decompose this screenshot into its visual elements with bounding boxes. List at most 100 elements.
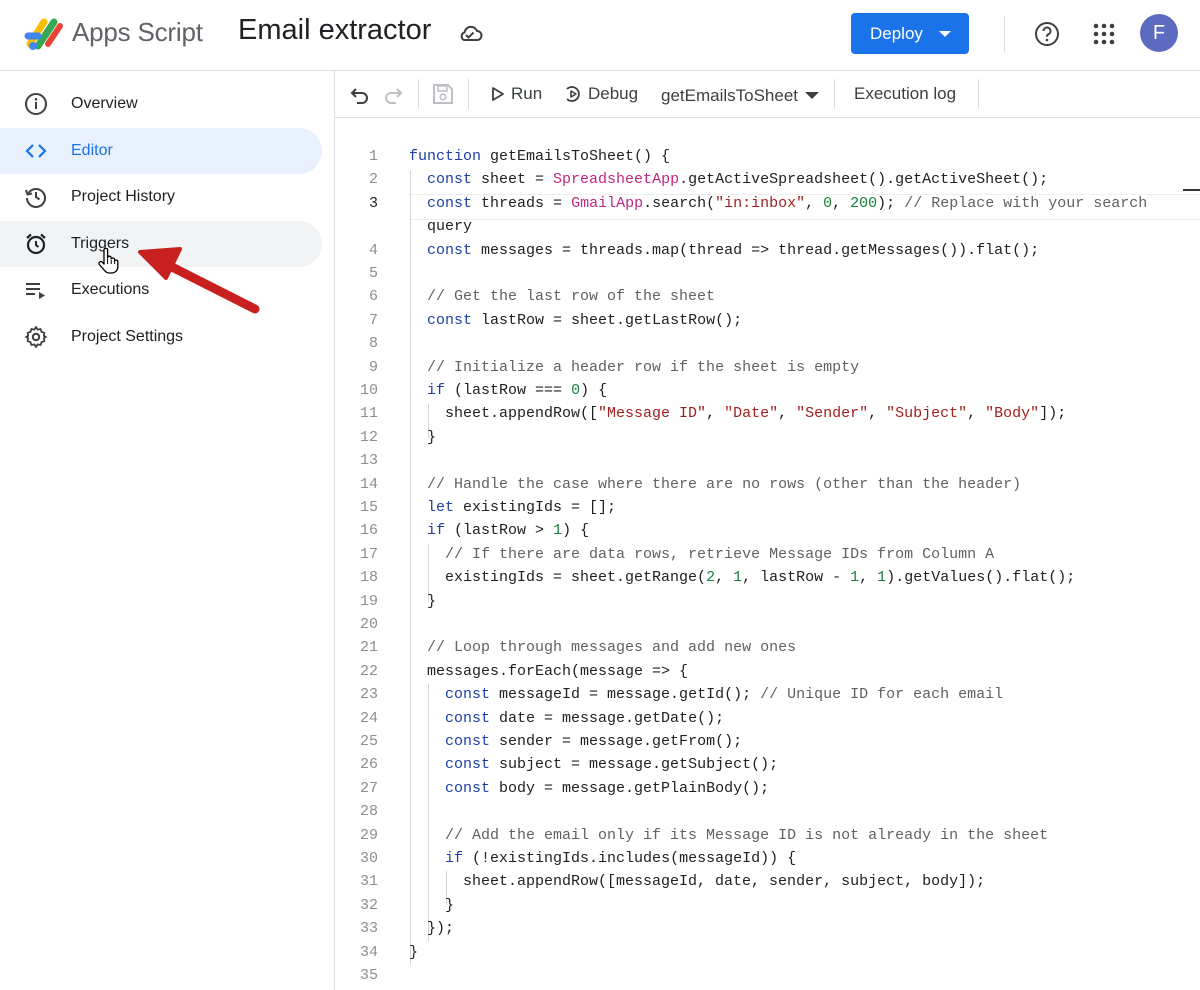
code-line[interactable]: 32 }: [335, 897, 1200, 920]
execution-log-button[interactable]: Execution log: [854, 84, 956, 104]
avatar[interactable]: F: [1140, 14, 1178, 52]
code-line[interactable]: 9 // Initialize a header row if the shee…: [335, 359, 1200, 382]
sidebar-item-project-history[interactable]: Project History: [0, 174, 322, 220]
code-line[interactable]: 25 const sender = message.getFrom();: [335, 733, 1200, 756]
code-line[interactable]: 31 sheet.appendRow([messageId, date, sen…: [335, 873, 1200, 896]
code-line[interactable]: 12 }: [335, 429, 1200, 452]
undo-icon[interactable]: [349, 84, 371, 106]
code-line[interactable]: 14 // Handle the case where there are no…: [335, 476, 1200, 499]
code-line[interactable]: query: [335, 218, 1200, 241]
code-line[interactable]: 1 function getEmailsToSheet() {: [335, 148, 1200, 171]
code-line[interactable]: 24 const date = message.getDate();: [335, 710, 1200, 733]
line-number: 26: [359, 756, 378, 774]
code-text: if (!existingIds.includes(messageId)) {: [445, 850, 797, 867]
code-line[interactable]: 27 const body = message.getPlainBody();: [335, 780, 1200, 803]
code-text: const body = message.getPlainBody();: [445, 779, 770, 797]
code-line[interactable]: 16 if (lastRow > 1) {: [335, 522, 1200, 545]
code-text: const lastRow = sheet.getLastRow();: [427, 311, 743, 329]
sidebar-item-executions[interactable]: Executions: [0, 267, 322, 313]
run-button[interactable]: Run: [491, 84, 542, 104]
code-line[interactable]: 13: [335, 452, 1200, 475]
code-text: messages.forEach(message => {: [409, 662, 689, 680]
code-line[interactable]: 29 // Add the email only if its Message …: [335, 827, 1200, 850]
sidebar-item-editor[interactable]: Editor: [0, 128, 322, 174]
chevron-down-icon: [939, 31, 951, 37]
debug-button[interactable]: Debug: [564, 84, 638, 104]
line-number: 24: [359, 709, 378, 727]
code-text: // Handle the case where there are no ro…: [427, 475, 1022, 493]
dropdown-caret-icon[interactable]: [805, 92, 819, 99]
code-line[interactable]: 10 if (lastRow === 0) {: [335, 382, 1200, 405]
line-number: 1: [368, 148, 378, 165]
line-number: 3: [368, 194, 378, 212]
code-line[interactable]: 23 const messageId = message.getId(); //…: [335, 686, 1200, 709]
line-number: 33: [359, 920, 378, 938]
save-icon[interactable]: [431, 82, 455, 106]
code-line[interactable]: 26 const subject = message.getSubject();: [335, 756, 1200, 779]
history-icon: [25, 188, 46, 208]
app-name[interactable]: Apps Script: [72, 17, 203, 48]
code-line[interactable]: 20: [335, 616, 1200, 639]
code-line[interactable]: 8: [335, 335, 1200, 358]
function-select[interactable]: getEmailsToSheet: [661, 86, 798, 106]
code-line[interactable]: 30 if (!existingIds.includes(messageId))…: [335, 850, 1200, 873]
top-app-bar: Apps Script Email extractor Deploy F: [0, 0, 1200, 71]
line-number: 31: [359, 873, 378, 891]
code-text: existingIds = sheet.getRange(2, 1, lastR…: [409, 569, 1076, 587]
line-number: 21: [359, 639, 378, 657]
sidebar-item-project-settings[interactable]: Project Settings: [0, 314, 322, 360]
code-line[interactable]: 17 // If there are data rows, retrieve M…: [335, 546, 1200, 569]
apps-script-logo-icon[interactable]: [24, 14, 66, 52]
toolbar-divider: [978, 79, 979, 109]
deploy-button[interactable]: Deploy: [851, 13, 969, 54]
line-number: 12: [359, 428, 378, 446]
code-text: sheet.appendRow([messageId, date, sender…: [409, 873, 986, 891]
line-number: 4: [368, 241, 378, 259]
debug-label: Debug: [588, 84, 639, 103]
toolbar-divider: [418, 79, 419, 109]
code-line[interactable]: 18 existingIds = sheet.getRange(2, 1, la…: [335, 569, 1200, 592]
code-line[interactable]: 6 // Get the last row of the sheet: [335, 288, 1200, 311]
sidebar-item-overview[interactable]: Overview: [0, 81, 322, 127]
code-editor[interactable]: 1 function getEmailsToSheet() { 2 const sh…: [335, 118, 1200, 990]
line-number: 18: [359, 569, 378, 587]
code-line[interactable]: 11 sheet.appendRow(["Message ID", "Date"…: [335, 405, 1200, 428]
code-text: sheet.appendRow(["Message ID", "Date", "…: [409, 405, 1067, 423]
code-line[interactable]: 2 const sheet = SpreadsheetApp.getActive…: [335, 171, 1200, 194]
code-line[interactable]: 3 const threads = GmailApp.search("in:in…: [335, 195, 1200, 218]
code-line[interactable]: 33 });: [335, 920, 1200, 943]
line-number: 5: [368, 265, 378, 282]
line-number: 9: [368, 358, 378, 376]
apps-grid-icon[interactable]: [1092, 22, 1116, 46]
sidebar-item-label: Editor: [71, 142, 113, 159]
code-text: const date = message.getDate();: [445, 709, 725, 727]
line-number: 30: [359, 850, 378, 867]
code-text: query: [409, 218, 473, 236]
code-line[interactable]: 5: [335, 265, 1200, 288]
sidebar-item-triggers[interactable]: Triggers: [0, 221, 322, 267]
info-icon: [25, 93, 47, 115]
code-text: function getEmailsToSheet() {: [409, 148, 671, 165]
code-text: const messageId = message.getId(); // Un…: [445, 686, 1004, 704]
toolbar-divider: [468, 79, 469, 109]
code-line[interactable]: 19 }: [335, 593, 1200, 616]
line-number: 25: [359, 733, 378, 750]
code-line[interactable]: 7 const lastRow = sheet.getLastRow();: [335, 312, 1200, 335]
redo-icon[interactable]: [382, 84, 404, 106]
code-line[interactable]: 4 const messages = threads.map(thread =>…: [335, 242, 1200, 265]
code-text: }: [409, 896, 455, 914]
code-line[interactable]: 35: [335, 967, 1200, 990]
code-line[interactable]: 15 let existingIds = [];: [335, 499, 1200, 522]
help-icon[interactable]: [1034, 21, 1060, 47]
code-line[interactable]: 34}: [335, 944, 1200, 967]
code-line[interactable]: 21 // Loop through messages and add new …: [335, 639, 1200, 662]
sidebar: Overview Editor Project History Triggers…: [0, 71, 335, 990]
line-number: 10: [359, 382, 378, 399]
toolbar-divider: [834, 79, 835, 109]
project-title[interactable]: Email extractor: [238, 14, 431, 47]
line-number: 6: [368, 288, 378, 306]
execution-log-label: Execution log: [854, 84, 957, 103]
code-text: if (lastRow > 1) {: [427, 522, 590, 540]
code-line[interactable]: 22 messages.forEach(message => {: [335, 663, 1200, 686]
code-line[interactable]: 28: [335, 803, 1200, 826]
